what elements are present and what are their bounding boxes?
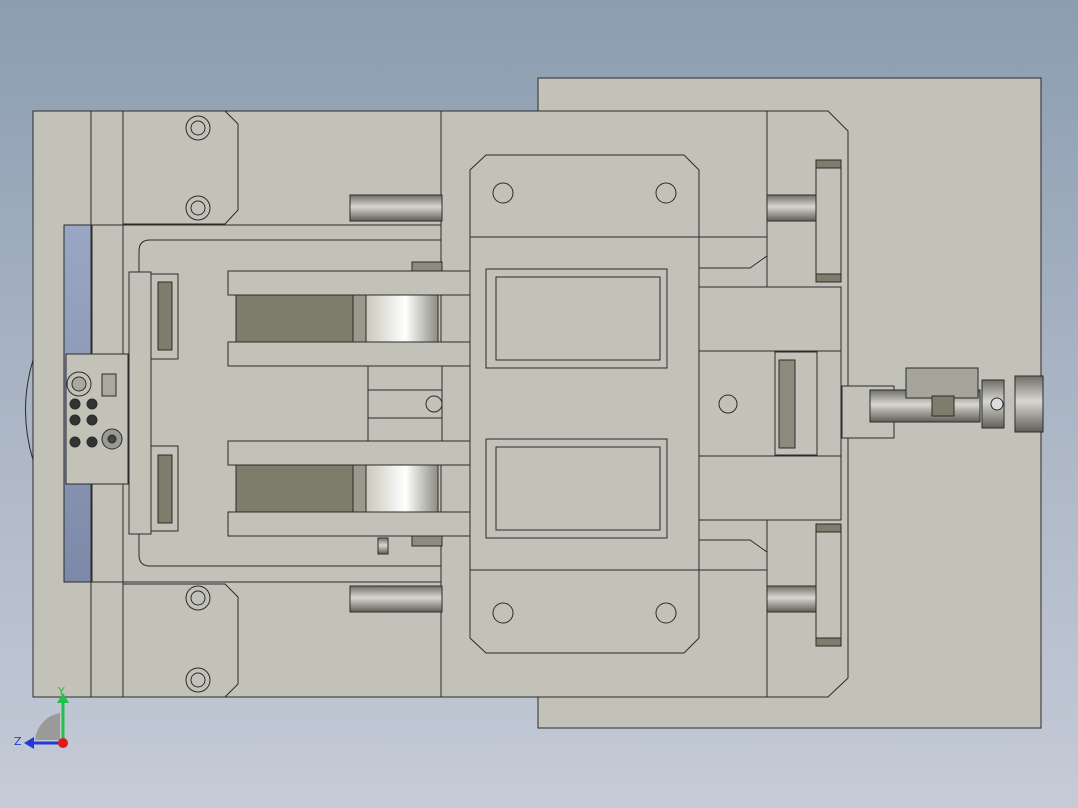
bolt-icon [492, 602, 514, 624]
guide-rod[interactable] [349, 194, 443, 222]
triad-wedge [35, 713, 60, 740]
bolt-icon [185, 585, 211, 611]
bolt-icon [425, 395, 443, 413]
z-arrow-icon [24, 737, 34, 749]
bolt-icon [492, 182, 514, 204]
guide-rod[interactable] [766, 194, 818, 222]
slide-bar-bottom[interactable] [698, 455, 842, 521]
right-rail-top[interactable] [698, 236, 768, 269]
clamp-spacer [352, 464, 367, 513]
origin-dot [58, 738, 68, 748]
mount-block-top[interactable] [122, 110, 239, 225]
bolt-icon [185, 115, 211, 141]
bolt-icon [185, 195, 211, 221]
clamp-tab [411, 261, 443, 272]
axis-triad: Y Z [14, 685, 69, 749]
window-top-inner [495, 276, 661, 361]
clamp-tab [411, 535, 443, 547]
clamp-pad-shine [365, 294, 439, 343]
edge-arc [25, 359, 34, 461]
jaw-slot [157, 454, 173, 524]
right-rail-bottom[interactable] [698, 539, 768, 571]
bolt-icon [718, 394, 738, 414]
end-cap-top[interactable] [815, 159, 842, 283]
pin [377, 537, 389, 555]
bolt-icon [655, 182, 677, 204]
sensor-tab [101, 373, 117, 397]
cylinder-flange [778, 359, 796, 449]
mount-block-bottom[interactable] [122, 583, 239, 698]
end-cap-bottom[interactable] [815, 523, 842, 647]
cylinder-block[interactable] [905, 367, 979, 399]
clamp-spacer [352, 294, 367, 343]
bolt-icon [655, 602, 677, 624]
nut-bore [990, 397, 1004, 411]
clamp-arm-bottom[interactable] [227, 440, 471, 466]
clamp-arm-top[interactable] [227, 270, 471, 296]
clamp-pad-shine [365, 464, 439, 513]
top-clamp-plate[interactable] [469, 154, 700, 654]
jaw-slot [157, 281, 173, 351]
guide-rod[interactable] [766, 585, 818, 613]
clamp-arm-top-lower[interactable] [227, 341, 471, 367]
3d-viewport[interactable]: Y Z [0, 0, 1078, 808]
z-axis-label: Z [14, 735, 22, 748]
end-cap-edge [815, 159, 842, 169]
jaw-plate[interactable] [128, 271, 152, 535]
cylinder-port [931, 395, 955, 417]
clamp-pad [235, 464, 354, 513]
y-axis-label: Y [57, 685, 65, 698]
bolt-icon [185, 667, 211, 693]
end-cap-edge [815, 637, 842, 647]
slide-bar-top[interactable] [698, 286, 842, 352]
clamp-arm-bottom-lower[interactable] [227, 511, 471, 537]
knob-center [107, 434, 117, 444]
end-cap-edge [815, 523, 842, 533]
sensor-core [71, 376, 87, 392]
guide-rod[interactable] [349, 585, 443, 613]
end-cap-edge [815, 273, 842, 283]
hex-nut-icon[interactable] [1014, 375, 1044, 433]
cad-model-top-view[interactable] [0, 0, 1078, 808]
clamp-pad [235, 294, 354, 343]
window-bottom-inner [495, 446, 661, 531]
